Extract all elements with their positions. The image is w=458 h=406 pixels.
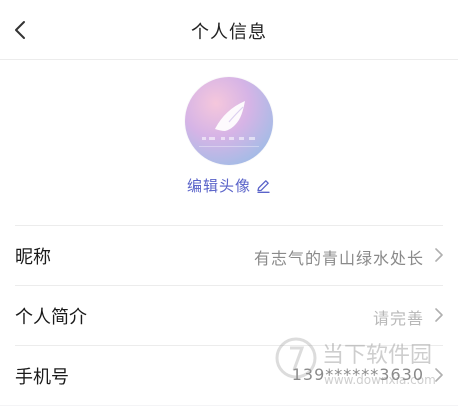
chevron-right-icon [435, 248, 443, 262]
edit-avatar-label: 编辑头像 [186, 177, 251, 195]
phone-label: 手机号 [15, 367, 69, 388]
phone-value: 139******3630 [291, 365, 424, 384]
nickname-row[interactable]: 昵称 有志气的青山绿水处长 [0, 225, 458, 285]
top-nav-bar: 个人信息 [0, 0, 458, 60]
profile-header: 编辑头像 [0, 60, 458, 225]
pencil-icon [257, 179, 270, 193]
page-title: 个人信息 [191, 22, 267, 43]
chevron-right-icon [435, 308, 443, 322]
bio-label: 个人简介 [15, 307, 87, 328]
avatar[interactable] [185, 77, 273, 165]
phone-row[interactable]: 手机号 139******3630 [0, 345, 458, 405]
divider [15, 345, 443, 346]
profile-info-list: 昵称 有志气的青山绿水处长 个人简介 请完善 手机号 139******3630 [0, 225, 458, 405]
chevron-right-icon [435, 368, 443, 382]
bio-row[interactable]: 个人简介 请完善 [0, 285, 458, 345]
nickname-value: 有志气的青山绿水处长 [253, 249, 424, 268]
edit-avatar-button[interactable]: 编辑头像 [0, 175, 458, 196]
divider [15, 285, 443, 286]
divider [15, 225, 443, 226]
ray-logo-icon [199, 101, 259, 147]
bio-value: 请完善 [372, 309, 424, 328]
nickname-label: 昵称 [15, 247, 51, 268]
